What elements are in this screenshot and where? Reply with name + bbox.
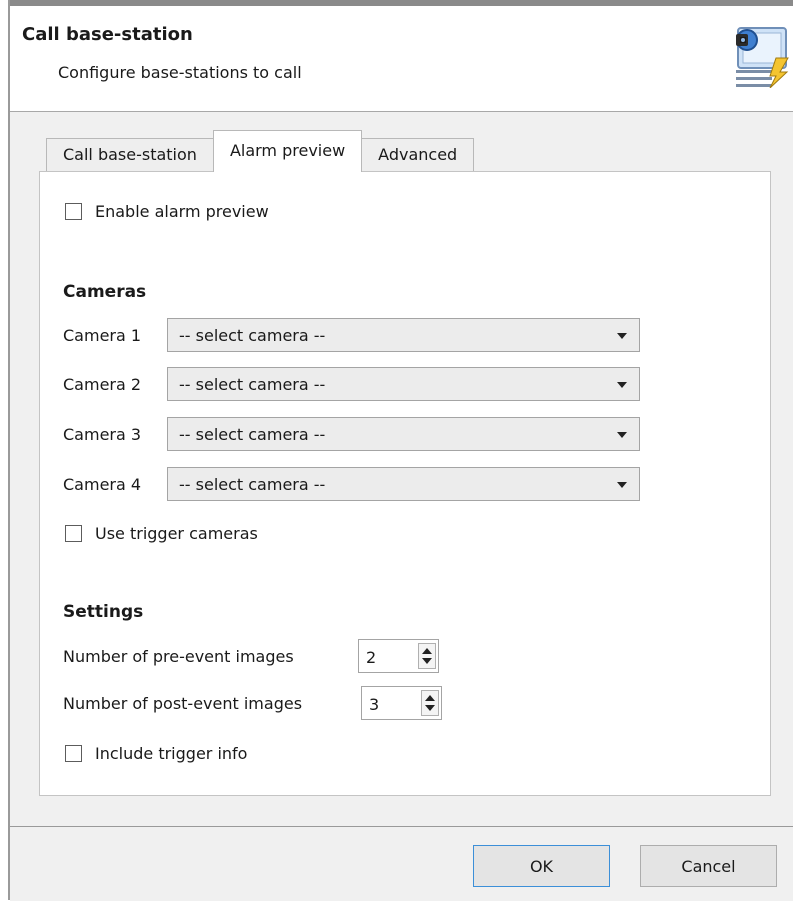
chevron-down-icon (617, 432, 627, 438)
pre-event-images-spinner[interactable]: 2 (358, 639, 439, 673)
settings-heading: Settings (63, 602, 144, 622)
post-event-images-value: 3 (369, 695, 380, 714)
cameras-heading: Cameras (63, 282, 147, 302)
cancel-button[interactable]: Cancel (640, 845, 777, 887)
pre-event-images-value: 2 (366, 648, 377, 667)
use-trigger-cameras-checkbox[interactable] (65, 525, 82, 542)
use-trigger-cameras-row[interactable]: Use trigger cameras (65, 524, 258, 543)
enable-alarm-preview-row[interactable]: Enable alarm preview (65, 202, 269, 221)
chevron-down-icon (617, 333, 627, 339)
camera-4-label: Camera 4 (63, 475, 142, 494)
spin-up-icon[interactable] (425, 695, 435, 701)
spin-up-icon[interactable] (422, 648, 432, 654)
chevron-down-icon (617, 482, 627, 488)
ok-button[interactable]: OK (473, 845, 610, 887)
camera-1-label: Camera 1 (63, 326, 142, 345)
chevron-down-icon (617, 382, 627, 388)
camera-3-value: -- select camera -- (179, 425, 326, 444)
spin-down-icon[interactable] (422, 658, 432, 664)
pre-event-images-label: Number of pre-event images (63, 647, 294, 666)
tab-alarm-preview[interactable]: Alarm preview (212, 130, 363, 172)
camera-4-value: -- select camera -- (179, 475, 326, 494)
camera-1-value: -- select camera -- (179, 326, 326, 345)
camera-2-label: Camera 2 (63, 375, 142, 394)
pre-event-spin-buttons[interactable] (418, 643, 436, 669)
spin-down-icon[interactable] (425, 705, 435, 711)
enable-alarm-preview-checkbox[interactable] (65, 203, 82, 220)
camera-3-label: Camera 3 (63, 425, 142, 444)
alarm-preview-panel: Enable alarm preview Cameras Camera 1 --… (39, 171, 771, 796)
include-trigger-info-row[interactable]: Include trigger info (65, 744, 247, 763)
enable-alarm-preview-label: Enable alarm preview (95, 202, 269, 221)
camera-4-select[interactable]: -- select camera -- (167, 467, 640, 501)
include-trigger-info-checkbox[interactable] (65, 745, 82, 762)
dialog-title: Call base-station (22, 24, 193, 45)
dialog-header: Call base-station Configure base-station… (10, 6, 793, 112)
post-event-images-label: Number of post-event images (63, 694, 303, 713)
dialog-footer: OK Cancel (10, 826, 793, 901)
base-station-call-icon (732, 24, 792, 89)
tab-advanced[interactable]: Advanced (361, 138, 475, 172)
post-event-spin-buttons[interactable] (421, 690, 439, 716)
camera-2-value: -- select camera -- (179, 375, 326, 394)
tab-bar: Call base-station Alarm preview Advanced (46, 130, 475, 172)
camera-1-select[interactable]: -- select camera -- (167, 318, 640, 352)
dialog-subtitle: Configure base-stations to call (58, 63, 302, 82)
post-event-images-spinner[interactable]: 3 (361, 686, 442, 720)
tab-call-base-station[interactable]: Call base-station (46, 138, 214, 172)
include-trigger-info-label: Include trigger info (95, 744, 248, 763)
camera-3-select[interactable]: -- select camera -- (167, 417, 640, 451)
use-trigger-cameras-label: Use trigger cameras (95, 524, 258, 543)
dialog-body: Call base-station Alarm preview Advanced… (10, 112, 793, 826)
camera-2-select[interactable]: -- select camera -- (167, 367, 640, 401)
